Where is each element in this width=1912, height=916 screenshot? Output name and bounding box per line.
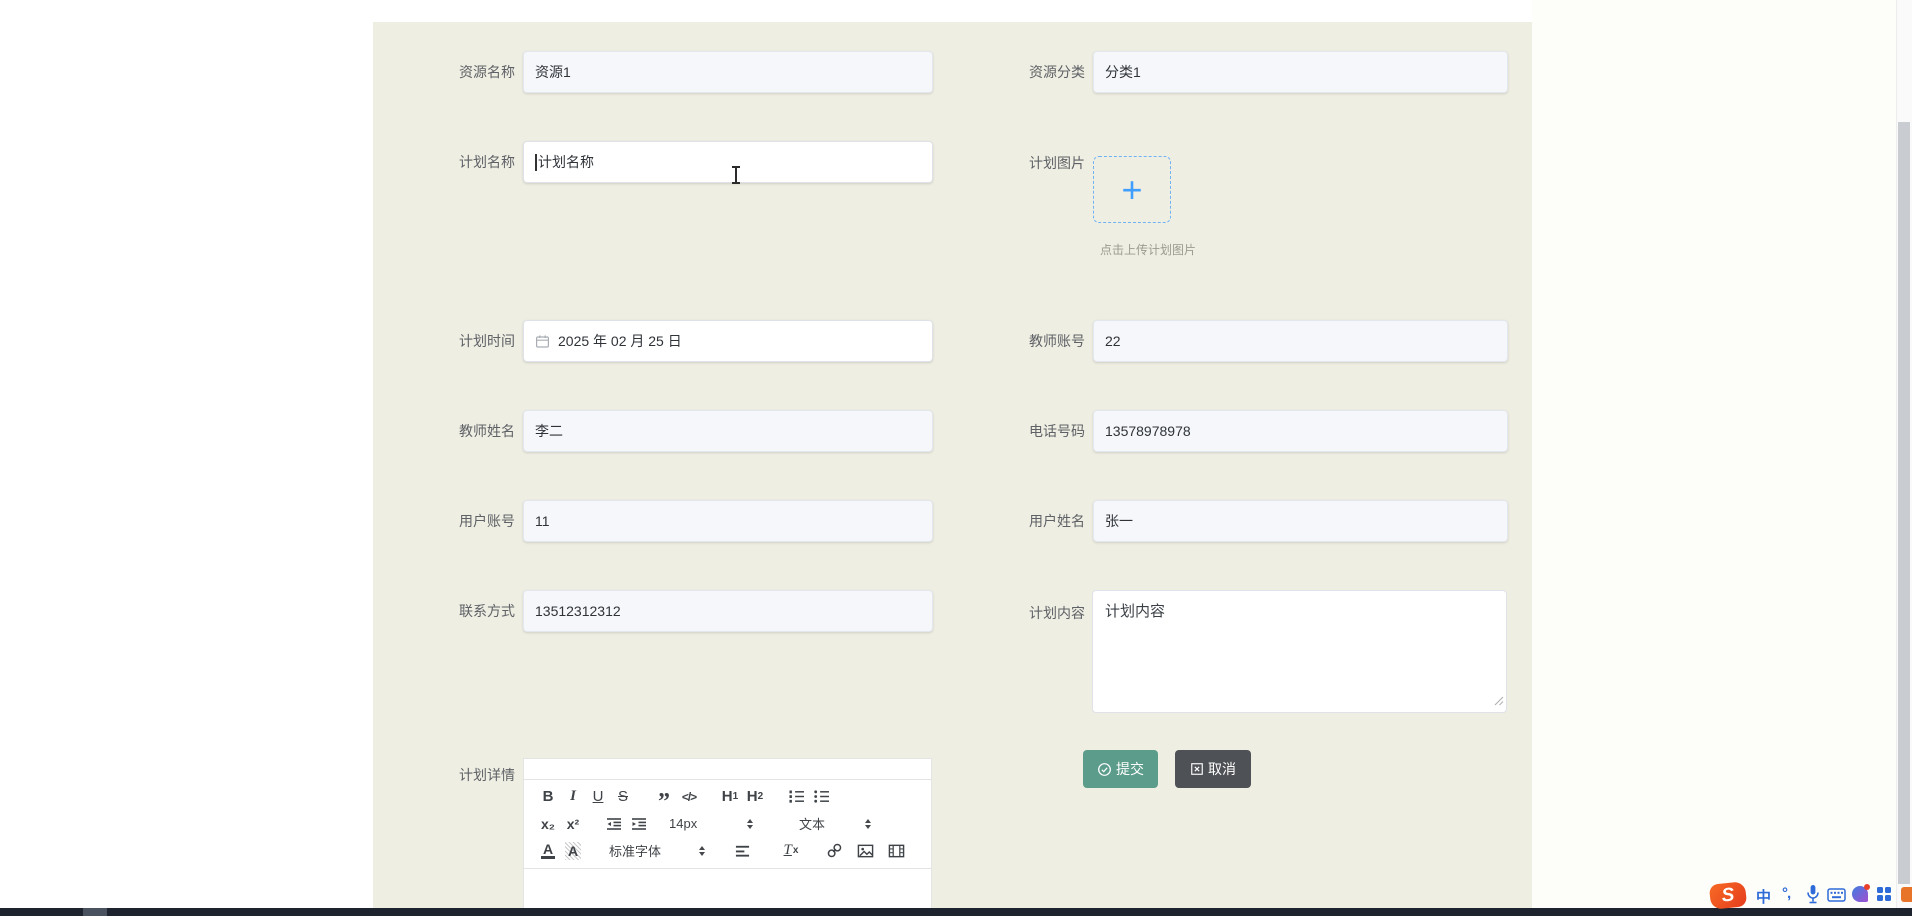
contact-value: 13512312312 — [535, 603, 621, 619]
clean-format-icon[interactable]: Tx — [780, 840, 802, 862]
font-size-value: 14px — [669, 816, 697, 831]
plan-content-textarea[interactable]: 计划内容 — [1092, 590, 1507, 713]
bold-icon[interactable]: B — [537, 786, 559, 808]
notification-dot — [1864, 884, 1870, 890]
user-name-value: 张一 — [1105, 511, 1133, 531]
teacher-account-label: 教师账号 — [950, 331, 1085, 351]
superscript-icon[interactable]: x² — [562, 813, 584, 835]
microphone-icon[interactable] — [1806, 884, 1820, 910]
user-name-input[interactable]: 张一 — [1093, 500, 1508, 542]
calendar-icon — [535, 334, 550, 349]
resource-category-input[interactable]: 分类1 — [1093, 51, 1508, 93]
plan-time-value: 2025 年 02 月 25 日 — [558, 331, 682, 351]
ime-edge-icon[interactable] — [1901, 887, 1912, 902]
plan-time-label: 计划时间 — [380, 331, 515, 351]
user-account-value: 11 — [535, 513, 550, 529]
plan-content-value: 计划内容 — [1105, 603, 1165, 620]
blockquote-icon[interactable]: ” — [653, 781, 675, 813]
font-family-dropdown[interactable]: 标准字体 — [609, 841, 705, 860]
ime-chinese-mode-icon[interactable]: 中 — [1756, 886, 1771, 907]
sogou-logo-icon[interactable]: S — [1709, 881, 1747, 910]
teacher-account-input[interactable]: 22 — [1093, 320, 1508, 362]
background-color-icon[interactable]: A — [562, 840, 584, 862]
plan-image-label: 计划图片 — [950, 153, 1085, 173]
toolbar-row-2: x₂ x² — [537, 810, 923, 837]
strike-icon[interactable]: S — [612, 786, 634, 808]
toolbar-row-1: B I U S ” </> H1 H2 — [537, 783, 923, 810]
teacher-name-label: 教师姓名 — [380, 421, 515, 441]
teacher-name-value: 李二 — [535, 421, 563, 441]
header-style-value: 文本 — [799, 814, 825, 833]
outdent-icon[interactable] — [603, 813, 625, 835]
font-family-value: 标准字体 — [609, 841, 661, 860]
plan-image-upload-button[interactable]: + — [1093, 156, 1171, 223]
resource-name-label: 资源名称 — [380, 62, 515, 82]
contact-input[interactable]: 13512312312 — [523, 590, 933, 632]
ime-skin-icon[interactable] — [1852, 886, 1868, 902]
plan-detail-label: 计划详情 — [380, 765, 515, 785]
resource-name-value: 资源1 — [535, 62, 571, 82]
header1-icon[interactable]: H1 — [719, 786, 741, 808]
plan-detail-editor: B I U S ” </> H1 H2 — [523, 758, 932, 916]
submit-button[interactable]: 提交 — [1083, 750, 1158, 788]
cancel-button-label: 取消 — [1208, 759, 1236, 779]
updown-arrows-icon — [699, 846, 705, 856]
keyboard-icon[interactable] — [1827, 888, 1846, 907]
plus-icon: + — [1121, 172, 1142, 208]
right-margin — [1532, 0, 1896, 916]
underline-icon[interactable]: U — [587, 786, 609, 808]
code-block-icon[interactable]: </> — [678, 786, 700, 808]
header-style-dropdown[interactable]: 文本 — [799, 814, 871, 833]
plan-name-value: 计划名称 — [538, 152, 594, 172]
scrollbar-thumb[interactable] — [1898, 122, 1910, 884]
indent-icon[interactable] — [628, 813, 650, 835]
taskbar-strip-segment — [83, 908, 107, 916]
screen: 资源名称 资源1 资源分类 分类1 计划名称 计划名称 计划图片 + 点击上传计… — [0, 0, 1912, 916]
updown-arrows-icon — [865, 819, 871, 829]
link-icon[interactable] — [823, 840, 845, 862]
plan-time-datepicker[interactable]: 2025 年 02 月 25 日 — [523, 320, 933, 362]
resource-category-value: 分类1 — [1105, 62, 1141, 82]
image-icon[interactable] — [854, 840, 876, 862]
ordered-list-icon[interactable] — [785, 786, 807, 808]
check-circle-icon — [1097, 762, 1112, 777]
upload-hint: 点击上传计划图片 — [1088, 241, 1208, 258]
user-name-label: 用户姓名 — [950, 511, 1085, 531]
plan-name-label: 计划名称 — [380, 152, 515, 172]
user-account-label: 用户账号 — [380, 511, 515, 531]
align-icon[interactable] — [731, 840, 753, 862]
updown-arrows-icon — [747, 819, 753, 829]
bullet-list-icon[interactable] — [810, 786, 832, 808]
sogou-logo-letter: S — [1721, 884, 1736, 907]
resize-handle-icon[interactable] — [1494, 693, 1504, 710]
plan-content-label: 计划内容 — [950, 603, 1085, 623]
user-account-input[interactable]: 11 — [523, 500, 933, 542]
text-color-icon[interactable]: A — [537, 840, 559, 862]
editor-toolbar: B I U S ” </> H1 H2 — [524, 780, 931, 869]
text-caret — [535, 154, 537, 171]
video-icon[interactable] — [885, 840, 907, 862]
phone-value: 13578978978 — [1105, 423, 1191, 439]
phone-input[interactable]: 13578978978 — [1093, 410, 1508, 452]
ime-toolbox-icon[interactable] — [1876, 886, 1892, 907]
phone-label: 电话号码 — [950, 421, 1085, 441]
cancel-button[interactable]: 取消 — [1175, 750, 1251, 788]
editor-top-strip — [524, 759, 931, 780]
contact-label: 联系方式 — [380, 601, 515, 621]
taskbar-strip — [0, 908, 1912, 916]
close-square-icon — [1190, 762, 1204, 776]
subscript-icon[interactable]: x₂ — [537, 813, 559, 835]
header2-icon[interactable]: H2 — [744, 786, 766, 808]
resource-category-label: 资源分类 — [950, 62, 1085, 82]
mouse-ibeam-cursor — [731, 166, 741, 184]
font-size-dropdown[interactable]: 14px — [669, 816, 753, 831]
italic-icon[interactable]: I — [562, 786, 584, 808]
teacher-account-value: 22 — [1105, 333, 1121, 349]
ime-punctuation-icon[interactable]: °, — [1782, 885, 1790, 902]
toolbar-row-3: A A 标准字体 Tx — [537, 837, 923, 864]
plan-name-input[interactable]: 计划名称 — [523, 141, 933, 183]
resource-name-input[interactable]: 资源1 — [523, 51, 933, 93]
submit-button-label: 提交 — [1116, 759, 1144, 779]
teacher-name-input[interactable]: 李二 — [523, 410, 933, 452]
